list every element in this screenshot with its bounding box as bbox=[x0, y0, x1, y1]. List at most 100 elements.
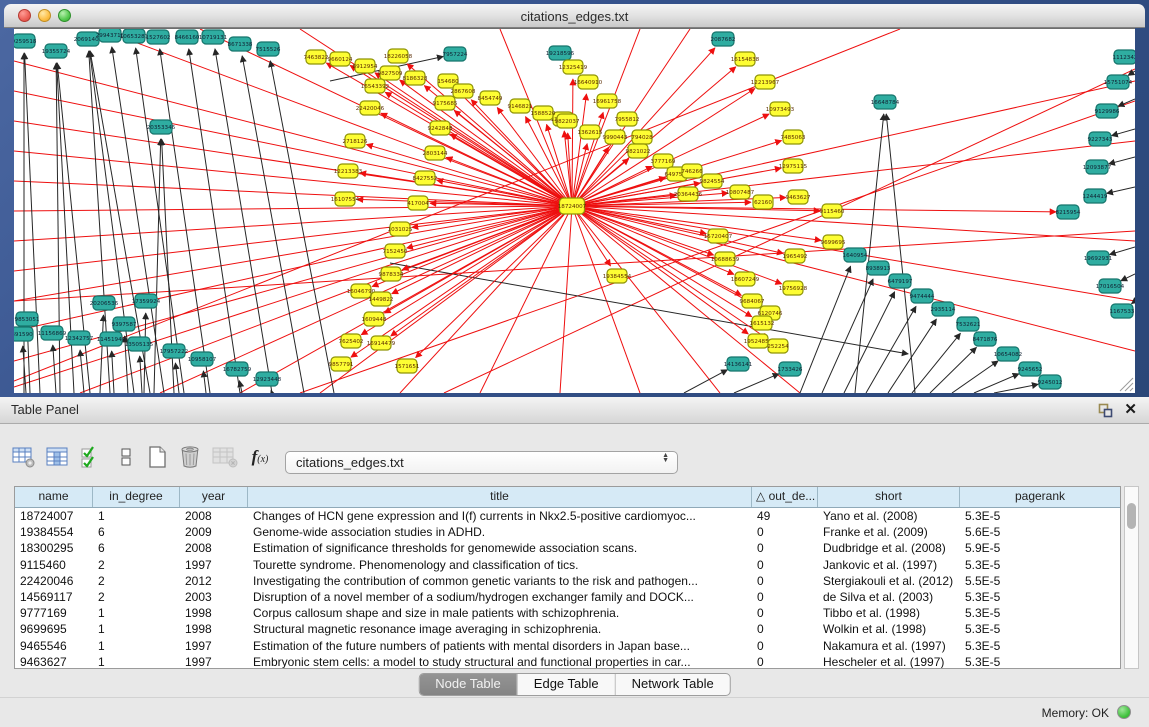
graph-node[interactable]: 8671338 bbox=[228, 37, 253, 51]
table-selector-dropdown[interactable]: citations_edges.txt ▲▼ bbox=[285, 451, 678, 474]
edge-red[interactable] bbox=[14, 206, 572, 211]
edge-black[interactable] bbox=[1107, 187, 1135, 193]
edge-red[interactable] bbox=[160, 206, 572, 393]
function-builder-icon[interactable]: f(x) bbox=[246, 444, 274, 470]
graph-node[interactable]: 1449822 bbox=[369, 292, 394, 306]
edge-black[interactable] bbox=[822, 279, 873, 393]
graph-node[interactable]: 16914479 bbox=[367, 336, 396, 350]
edge-black[interactable] bbox=[952, 361, 998, 393]
graph-node[interactable]: 8938913 bbox=[866, 261, 891, 275]
graph-node[interactable]: 19218596 bbox=[546, 46, 575, 60]
edge-black[interactable] bbox=[994, 384, 1038, 393]
tab-network-table[interactable]: Network Table bbox=[616, 674, 730, 695]
row-select-icon[interactable] bbox=[78, 444, 106, 470]
edge-black[interactable] bbox=[100, 315, 103, 393]
table-row[interactable]: 969969511998Structural magnetic resonanc… bbox=[15, 621, 1120, 637]
column-header-title[interactable]: title bbox=[248, 487, 752, 507]
column-header-name[interactable]: name bbox=[15, 487, 93, 507]
table-row[interactable]: 1830029562008Estimation of significance … bbox=[15, 540, 1120, 556]
graph-node[interactable]: 6479197 bbox=[888, 274, 913, 288]
column-header-short[interactable]: short bbox=[818, 487, 960, 507]
tab-node-table[interactable]: Node Table bbox=[419, 674, 518, 695]
graph-node[interactable]: 9821022 bbox=[626, 144, 651, 158]
graph-node[interactable]: 1588520 bbox=[531, 106, 556, 120]
graph-node[interactable]: 10653287 bbox=[120, 29, 149, 43]
table-row[interactable]: 911546021997Tourette syndrome. Phenomeno… bbox=[15, 557, 1120, 573]
edge-black[interactable] bbox=[866, 306, 916, 393]
graph-node[interactable]: 8454749 bbox=[478, 91, 503, 105]
graph-node[interactable]: 9227343 bbox=[1088, 132, 1113, 146]
table-settings-icon[interactable] bbox=[10, 444, 38, 470]
graph-node[interactable]: 1112342 bbox=[1113, 50, 1135, 64]
graph-node[interactable]: 9175685 bbox=[433, 96, 458, 110]
graph-node[interactable]: 14136141 bbox=[724, 357, 753, 371]
edge-black[interactable] bbox=[203, 371, 206, 393]
graph-node[interactable]: 1615132 bbox=[750, 316, 775, 330]
graph-node[interactable]: 12093877 bbox=[1083, 160, 1112, 174]
graph-node[interactable]: 12325419 bbox=[559, 60, 588, 74]
edge-black[interactable] bbox=[112, 351, 114, 393]
edge-black[interactable] bbox=[888, 319, 936, 393]
column-header-pagerank[interactable]: pagerank bbox=[960, 487, 1120, 507]
graph-node[interactable]: 2935114 bbox=[931, 302, 956, 316]
edge-black[interactable] bbox=[53, 345, 56, 393]
graph-node[interactable]: 12923448 bbox=[253, 372, 282, 386]
edge-black[interactable] bbox=[844, 292, 895, 393]
graph-node[interactable]: 9699695 bbox=[821, 235, 846, 249]
edge-red[interactable] bbox=[572, 206, 748, 334]
graph-node[interactable]: 16154838 bbox=[731, 52, 760, 66]
graph-node[interactable]: 1571651 bbox=[395, 359, 420, 373]
graph-node[interactable]: 7625402 bbox=[339, 334, 364, 348]
graph-node[interactable]: 9684067 bbox=[740, 294, 765, 308]
edge-red[interactable] bbox=[407, 206, 572, 248]
graph-node[interactable]: 1244419 bbox=[1083, 189, 1108, 203]
graph-node[interactable]: 12342757 bbox=[65, 331, 94, 345]
graph-node[interactable]: 7957224 bbox=[443, 47, 468, 61]
edge-black[interactable] bbox=[80, 350, 84, 393]
edge-black[interactable] bbox=[242, 56, 304, 393]
graph-node[interactable]: 8186328 bbox=[403, 71, 428, 85]
edge-black[interactable] bbox=[1118, 99, 1135, 106]
edge-black[interactable] bbox=[974, 374, 1019, 393]
table-row[interactable]: 2242004622012Investigating the contribut… bbox=[15, 573, 1120, 589]
edge-red[interactable] bbox=[572, 141, 1135, 206]
graph-node[interactable]: 16961758 bbox=[593, 94, 622, 108]
graph-node[interactable]: 16782759 bbox=[223, 362, 252, 376]
edge-red[interactable] bbox=[572, 79, 573, 206]
edge-red[interactable] bbox=[381, 113, 572, 206]
graph-node[interactable]: 16543392 bbox=[361, 79, 389, 93]
graph-node[interactable]: 17016504 bbox=[1096, 279, 1125, 293]
graph-node[interactable]: 20353346 bbox=[147, 120, 176, 134]
edge-black[interactable] bbox=[1132, 301, 1135, 304]
column-header-out_de[interactable]: △ out_de... bbox=[752, 487, 818, 507]
graph-node[interactable]: 9242848 bbox=[428, 121, 453, 135]
edge-red[interactable] bbox=[14, 206, 572, 271]
graph-node[interactable]: 16640910 bbox=[574, 75, 603, 89]
graph-node[interactable]: 1031025 bbox=[388, 222, 413, 236]
edge-red[interactable] bbox=[572, 206, 611, 266]
graph-node[interactable]: 19756928 bbox=[779, 281, 808, 295]
edge-black[interactable] bbox=[189, 49, 240, 393]
edge-red[interactable] bbox=[572, 144, 587, 206]
tab-edge-table[interactable]: Edge Table bbox=[518, 674, 616, 695]
graph-node[interactable]: 18724007 bbox=[558, 198, 587, 214]
graph-node[interactable]: 7515526 bbox=[256, 42, 281, 56]
row-height-icon[interactable] bbox=[112, 444, 140, 470]
graph-node[interactable]: 9824554 bbox=[700, 174, 725, 188]
graph-node[interactable]: 8215954 bbox=[1056, 205, 1081, 219]
graph-node[interactable]: 12975115 bbox=[779, 159, 808, 173]
graph-node[interactable]: 20364436 bbox=[674, 187, 703, 201]
graph-node[interactable]: 2718126 bbox=[343, 134, 368, 148]
table-row[interactable]: 977716911998Corpus callosum shape and si… bbox=[15, 605, 1120, 621]
graph-node[interactable]: 11451944 bbox=[97, 332, 126, 346]
graph-node[interactable]: 10688639 bbox=[711, 252, 740, 266]
graph-node[interactable]: 22420046 bbox=[356, 101, 385, 115]
graph-node[interactable]: 19692931 bbox=[1084, 251, 1113, 265]
graph-node[interactable]: 794028 bbox=[631, 130, 653, 144]
graph-node[interactable]: 16107554 bbox=[331, 192, 360, 206]
graph-node[interactable]: 12213383 bbox=[334, 164, 363, 178]
edge-black[interactable] bbox=[800, 266, 851, 393]
graph-node[interactable]: 746266 bbox=[681, 164, 703, 178]
window-titlebar[interactable]: citations_edges.txt bbox=[4, 4, 1145, 28]
edge-red[interactable] bbox=[391, 206, 572, 336]
